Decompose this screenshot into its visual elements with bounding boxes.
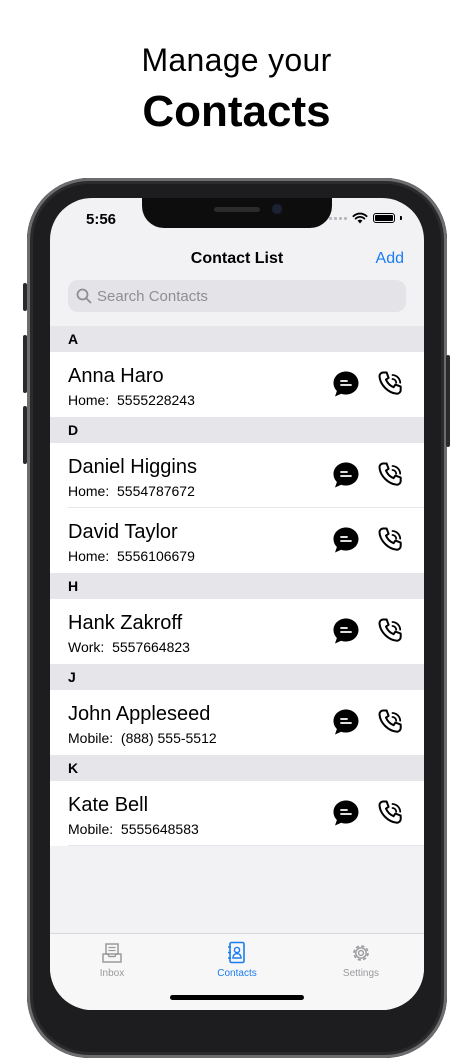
tab-settings[interactable]: Settings <box>311 940 411 979</box>
nav-title: Contact List <box>190 250 284 267</box>
message-icon[interactable] <box>332 708 360 736</box>
message-icon[interactable] <box>332 461 360 489</box>
section-header-a: A <box>50 326 424 352</box>
phone-label: Home: <box>68 392 110 408</box>
battery-icon <box>373 213 395 223</box>
phone-call-icon[interactable] <box>377 799 405 827</box>
contact-list: A Anna Haro Home: 5555228243 D Daniel Hi… <box>50 326 424 846</box>
row-divider <box>68 845 424 846</box>
section-header-j: J <box>50 664 424 690</box>
section-header-k: K <box>50 755 424 781</box>
gear-icon <box>353 945 369 961</box>
contact-phone: Home: 5556106679 <box>68 548 195 564</box>
contact-row-kate-bell[interactable]: Kate Bell Mobile: 5555648583 <box>50 781 424 846</box>
phone-label: Work: <box>68 639 105 655</box>
contact-name: Daniel Higgins <box>68 456 197 478</box>
notch <box>142 198 332 228</box>
section-letter: J <box>68 669 76 685</box>
phone-call-icon[interactable] <box>377 708 405 736</box>
section-letter: A <box>68 331 79 347</box>
phone-number: 5555648583 <box>120 821 199 837</box>
message-icon[interactable] <box>332 799 360 827</box>
side-button <box>446 355 450 447</box>
phone-label: Home: <box>68 548 110 564</box>
contact-phone: Mobile: (888) 555-5512 <box>68 730 217 746</box>
contact-row-daniel-higgins[interactable]: Daniel Higgins Home: 5554787672 <box>50 443 424 508</box>
status-icons <box>329 212 402 224</box>
contact-row-john-appleseed[interactable]: John Appleseed Mobile: (888) 555-5512 <box>50 690 424 755</box>
inbox-icon <box>102 943 122 963</box>
app-screen: 5:56 Contact List Add Search Contacts A … <box>50 198 424 1010</box>
promo-subtitle: Manage your <box>141 42 332 78</box>
search-icon <box>76 288 92 304</box>
status-time: 5:56 <box>86 211 117 228</box>
message-icon[interactable] <box>332 526 360 554</box>
phone-call-icon[interactable] <box>377 461 405 489</box>
section-letter: H <box>68 578 79 594</box>
section-header-h: H <box>50 573 424 599</box>
phone-call-icon[interactable] <box>377 370 405 398</box>
section-letter: K <box>68 760 79 776</box>
phone-label: Home: <box>68 483 110 499</box>
contact-name: Anna Haro <box>68 365 164 387</box>
message-icon[interactable] <box>332 370 360 398</box>
phone-number: 5556106679 <box>117 548 195 564</box>
search-input[interactable]: Search Contacts <box>97 288 208 305</box>
contacts-book-icon <box>228 941 245 964</box>
tab-label: Inbox <box>99 968 125 979</box>
tab-contacts[interactable]: Contacts <box>187 940 287 979</box>
contact-phone: Work: 5557664823 <box>68 639 190 655</box>
promo-title: Contacts <box>142 87 331 136</box>
message-icon[interactable] <box>332 617 360 645</box>
home-indicator[interactable] <box>170 995 304 1000</box>
tab-label: Contacts <box>217 968 257 979</box>
phone-call-icon[interactable] <box>377 617 405 645</box>
phone-number: 5555228243 <box>117 392 195 408</box>
contact-phone: Home: 5554787672 <box>68 483 195 499</box>
phone-label: Mobile: <box>68 821 114 837</box>
tab-inbox[interactable]: Inbox <box>62 940 162 979</box>
volume-up-button <box>23 335 27 393</box>
contact-name: John Appleseed <box>68 703 211 725</box>
contact-row-anna-haro[interactable]: Anna Haro Home: 5555228243 <box>50 352 424 417</box>
phone-number: 5557664823 <box>112 639 190 655</box>
contact-name: Hank Zakroff <box>68 612 183 634</box>
contact-phone: Home: 5555228243 <box>68 392 195 408</box>
wifi-icon <box>352 212 368 224</box>
phone-call-icon[interactable] <box>377 526 405 554</box>
section-letter: D <box>68 422 79 438</box>
add-button[interactable]: Add <box>376 250 404 268</box>
contact-phone: Mobile: 5555648583 <box>68 821 199 837</box>
section-header-d: D <box>50 417 424 443</box>
cellular-signal-icon <box>329 216 347 220</box>
volume-down-button <box>23 406 27 464</box>
contact-row-hank-zakroff[interactable]: Hank Zakroff Work: 5557664823 <box>50 599 424 664</box>
phone-label: Mobile: <box>68 730 114 746</box>
phone-number: 5554787672 <box>117 483 195 499</box>
contact-name: David Taylor <box>68 521 178 543</box>
phone-number: (888) 555-5512 <box>120 730 217 746</box>
mute-switch <box>23 283 27 311</box>
tab-label: Settings <box>342 968 380 979</box>
front-camera <box>272 204 282 214</box>
speaker <box>214 207 260 212</box>
battery-tip <box>400 216 402 220</box>
search-bar[interactable]: Search Contacts <box>68 280 406 312</box>
contact-name: Kate Bell <box>68 794 149 816</box>
contact-row-david-taylor[interactable]: David Taylor Home: 5556106679 <box>50 508 424 573</box>
